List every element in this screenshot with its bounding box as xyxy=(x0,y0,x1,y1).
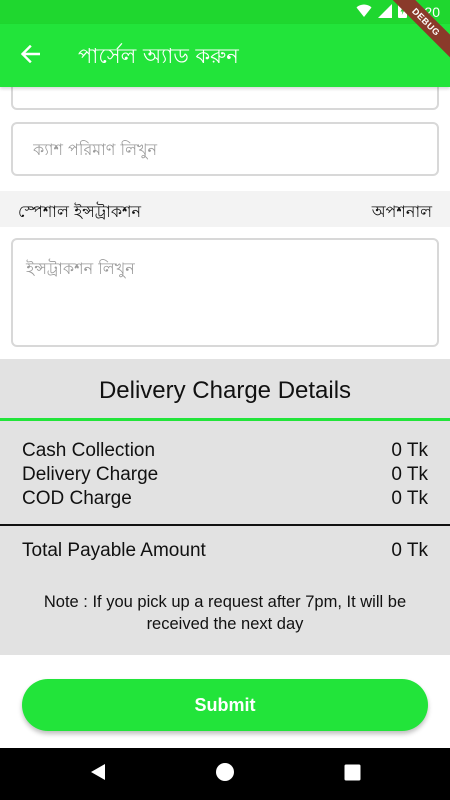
arrow-left-icon xyxy=(20,44,41,67)
instruction-input[interactable] xyxy=(13,240,437,345)
total-divider xyxy=(0,524,450,526)
charge-row-cod-charge: COD Charge 0 Tk xyxy=(22,488,428,512)
wifi-icon xyxy=(356,4,372,21)
special-instruction-row: স্পেশাল ইন্সট্রাকশন অপশনাল xyxy=(0,191,450,227)
charge-row-value: 0 Tk xyxy=(391,440,428,461)
pickup-note: Note : If you pick up a request after 7p… xyxy=(43,593,407,633)
charge-row-label: Delivery Charge xyxy=(22,464,159,485)
instruction-field[interactable] xyxy=(11,238,439,347)
charge-row-label: Cash Collection xyxy=(22,440,156,461)
submit-button[interactable]: Submit xyxy=(22,679,428,731)
charge-row-value: 0 Tk xyxy=(391,464,428,485)
nav-home-button[interactable] xyxy=(214,763,236,785)
charge-row-label: COD Charge xyxy=(22,488,132,509)
delivery-charge-panel: Delivery Charge Details Cash Collection … xyxy=(0,359,450,655)
charge-row-value: 0 Tk xyxy=(391,488,428,509)
status-bar: 1:20 xyxy=(0,0,450,24)
home-circle-icon xyxy=(215,762,235,786)
cash-amount-input[interactable] xyxy=(13,124,437,174)
back-button[interactable] xyxy=(12,38,48,74)
nav-back-button[interactable] xyxy=(87,763,109,785)
charge-row-delivery-charge: Delivery Charge 0 Tk xyxy=(22,464,428,488)
recents-square-icon xyxy=(344,764,361,785)
back-triangle-icon xyxy=(89,763,107,785)
signal-icon xyxy=(377,3,392,21)
page-title: পার্সেল অ্যাড করুন xyxy=(78,44,239,68)
charge-row-cash-collection: Cash Collection 0 Tk xyxy=(22,440,428,464)
app-bar: পার্সেল অ্যাড করুন xyxy=(0,24,450,87)
total-payable-value: 0 Tk xyxy=(391,540,428,561)
title-divider xyxy=(0,418,450,421)
system-nav-bar xyxy=(0,748,450,800)
nav-recents-button[interactable] xyxy=(341,763,363,785)
cash-amount-field[interactable] xyxy=(11,122,439,176)
optional-label: অপশনাল xyxy=(371,202,432,221)
total-payable-label: Total Payable Amount xyxy=(22,540,206,561)
total-payable-row: Total Payable Amount 0 Tk xyxy=(22,540,428,564)
charge-panel-title: Delivery Charge Details xyxy=(98,377,352,404)
special-instruction-label: স্পেশাল ইন্সট্রাকশন xyxy=(18,202,142,221)
